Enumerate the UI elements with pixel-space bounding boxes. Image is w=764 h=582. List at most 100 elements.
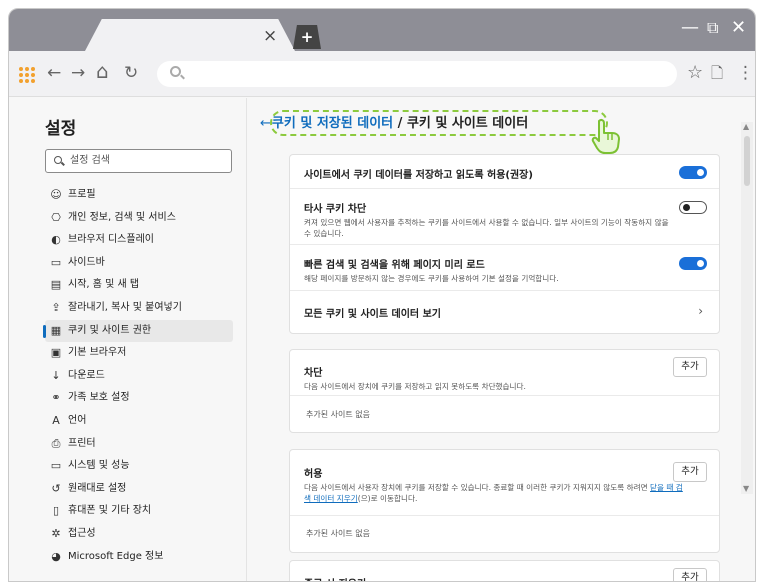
sidebar-item-label: 잘라내기, 복사 및 붙여넣기 bbox=[68, 301, 182, 313]
sidebar-item[interactable]: ⚭ 가족 보호 설정 bbox=[45, 387, 233, 410]
block-header: 차단 다음 사이트에서 장치에 쿠키를 저장하고 읽지 못하도록 차단했습니다.… bbox=[290, 350, 719, 396]
sidebar-item-label: 시작, 홈 및 새 탭 bbox=[68, 279, 140, 291]
allow-empty-message: 추가된 사이트 없음 bbox=[306, 529, 370, 538]
sidebar-item[interactable]: ☺ 프로필 bbox=[45, 184, 233, 207]
sidebar-item[interactable]: ▯ 휴대폰 및 기타 장치 bbox=[45, 500, 233, 523]
sidebar-item[interactable]: ▭ 사이드바 bbox=[45, 252, 233, 275]
restore-button[interactable]: ⧉ bbox=[707, 17, 718, 39]
printer-icon: ⎙ bbox=[51, 436, 61, 450]
address-bar[interactable] bbox=[157, 61, 677, 87]
allow-header: 허용 다음 사이트에서 사용자 장치에 쿠키를 저장할 수 있습니다. 종료할 … bbox=[290, 450, 719, 516]
scroll-up-arrow[interactable]: ▲ bbox=[743, 122, 749, 132]
sidebar-item-label: 프로필 bbox=[68, 189, 96, 200]
refresh-icon[interactable]: ↻ bbox=[124, 62, 138, 84]
edge-icon: ◕ bbox=[51, 549, 61, 563]
settings-content: ←쿠키 및 저장된 데이터 / 쿠키 및 사이트 데이터 사이트에서 쿠키 데이… bbox=[248, 98, 755, 581]
sidebar-item-label: 접근성 bbox=[68, 527, 96, 539]
setting-title: 사이트에서 쿠키 데이터를 저장하고 읽도록 허용(권장) bbox=[304, 170, 533, 181]
allow-cookies-toggle[interactable] bbox=[679, 166, 707, 179]
clear-on-exit-add-button[interactable]: 추가 bbox=[673, 568, 707, 581]
sidebar-item-label: 휴대폰 및 기타 장치 bbox=[68, 505, 152, 517]
profile-icon: ☺ bbox=[50, 188, 62, 201]
family-icon: ⚭ bbox=[51, 391, 61, 405]
back-button[interactable]: ← bbox=[47, 62, 61, 84]
cookies-icon: ▦ bbox=[50, 323, 62, 337]
sidebar-item-label: 프린터 bbox=[68, 437, 96, 449]
system-icon: ▭ bbox=[50, 459, 62, 473]
sidebar-item-label: 사이드바 bbox=[68, 256, 105, 268]
home-icon[interactable]: ⌂ bbox=[96, 60, 109, 82]
sidebar-item[interactable]: ▦ 쿠키 및 사이트 권한 bbox=[43, 319, 233, 343]
sidebar-item[interactable]: ✲ 접근성 bbox=[45, 523, 233, 546]
block-card: 차단 다음 사이트에서 장치에 쿠키를 저장하고 읽지 못하도록 차단했습니다.… bbox=[289, 349, 720, 433]
settings-title: 설정 bbox=[45, 119, 77, 139]
breadcrumb-highlight bbox=[270, 110, 608, 136]
sidebar-item-label: 기본 브라우저 bbox=[68, 347, 127, 359]
sidebar-item-label: 시스템 및 성능 bbox=[68, 460, 130, 472]
appearance-icon: ◐ bbox=[51, 233, 61, 247]
block-title: 차단 bbox=[304, 368, 323, 379]
sidebar-item-label: 다운로드 bbox=[68, 369, 105, 381]
clear-on-exit-title: 종료 시 지우기 bbox=[304, 561, 705, 581]
minimize-button[interactable]: — bbox=[681, 17, 699, 39]
block-description: 다음 사이트에서 장치에 쿠키를 저장하고 읽지 못하도록 차단했습니다. bbox=[304, 382, 526, 391]
cookie-settings-card: 사이트에서 쿠키 데이터를 저장하고 읽도록 허용(권장) 타사 쿠키 차단 켜… bbox=[289, 154, 720, 334]
browser-window: × + — ⧉ ✕ ← → ⌂ ↻ ☆ 🗋 ⋮ 설정 설정 검색 ☺ 프로필 ⎔ 개인… bbox=[8, 8, 756, 582]
sidebar-item[interactable]: ▭ 시스템 및 성능 bbox=[45, 455, 233, 478]
settings-nav: ☺ 프로필 ⎔ 개인 정보, 검색 및 서비스 ◐ 브라우저 디스플레이 ▭ 사이드바 ▤ 시작,… bbox=[43, 184, 233, 569]
sidebar-item-label: 브라우저 디스플레이 bbox=[68, 234, 154, 246]
allow-desc-text-end: (으)로 이동합니다. bbox=[357, 494, 418, 503]
block-empty-message: 추가된 사이트 없음 bbox=[306, 410, 370, 419]
clear-on-exit-header: 종료 시 지우기 추가 bbox=[290, 561, 719, 581]
new-tab-button[interactable]: + bbox=[293, 25, 321, 49]
allow-description: 다음 사이트에서 사용자 장치에 쿠키를 저장할 수 있습니다. 종료할 때 이… bbox=[304, 482, 684, 504]
setting-row-block-third-party[interactable]: 타사 쿠키 차단 켜져 있으면 웹에서 사용자를 추적하는 쿠키를 사이트에서 … bbox=[290, 189, 719, 245]
sidebar-item[interactable]: ↓ 다운로드 bbox=[45, 365, 233, 388]
search-icon bbox=[54, 156, 62, 164]
collections-icon[interactable]: 🗋 bbox=[711, 62, 723, 84]
phone-icon: ▯ bbox=[52, 504, 60, 518]
accessibility-icon: ✲ bbox=[51, 526, 61, 540]
sidebar-icon: ▭ bbox=[50, 255, 62, 269]
lock-icon: ⎔ bbox=[51, 210, 61, 224]
search-icon bbox=[170, 66, 181, 77]
sidebar-item[interactable]: ⇪ 잘라내기, 복사 및 붙여넣기 bbox=[45, 297, 233, 320]
sidebar-item[interactable]: ▤ 시작, 홈 및 새 탭 bbox=[45, 274, 233, 297]
sidebar-item[interactable]: ◐ 브라우저 디스플레이 bbox=[45, 229, 233, 252]
language-icon: A bbox=[52, 413, 60, 427]
chevron-right-icon: › bbox=[698, 304, 703, 318]
forward-button[interactable]: → bbox=[71, 62, 85, 84]
more-menu-icon[interactable]: ⋮ bbox=[737, 62, 754, 84]
allow-desc-text: 다음 사이트에서 사용자 장치에 쿠키를 저장할 수 있습니다. 종료할 때 이… bbox=[304, 483, 651, 492]
setting-row-see-all-cookies[interactable]: 모든 쿠키 및 사이트 데이터 보기 › bbox=[290, 291, 719, 333]
sidebar-item[interactable]: ▣ 기본 브라우저 bbox=[45, 342, 233, 365]
close-button[interactable]: ✕ bbox=[731, 17, 746, 39]
sidebar-item[interactable]: ⎔ 개인 정보, 검색 및 서비스 bbox=[45, 207, 233, 230]
scrollbar[interactable]: ▲ ▼ bbox=[741, 122, 753, 494]
apps-grid-icon[interactable] bbox=[19, 67, 35, 83]
setting-row-allow-cookies[interactable]: 사이트에서 쿠키 데이터를 저장하고 읽도록 허용(권장) bbox=[290, 155, 719, 189]
sidebar-item[interactable]: ⎙ 프린터 bbox=[45, 433, 233, 456]
preload-toggle[interactable] bbox=[679, 257, 707, 270]
block-add-button[interactable]: 추가 bbox=[673, 357, 707, 377]
reset-icon: ↺ bbox=[51, 481, 61, 495]
allow-add-button[interactable]: 추가 bbox=[673, 462, 707, 482]
scroll-thumb[interactable] bbox=[744, 136, 750, 186]
sidebar-item-label: 개인 정보, 검색 및 서비스 bbox=[68, 211, 176, 223]
toolbar: ← → ⌂ ↻ ☆ 🗋 ⋮ bbox=[9, 51, 755, 97]
setting-title: 타사 쿠키 차단 bbox=[304, 204, 367, 215]
settings-search-input[interactable]: 설정 검색 bbox=[45, 149, 232, 173]
pointing-hand-icon bbox=[591, 118, 620, 154]
title-bar: × + — ⧉ ✕ bbox=[9, 9, 755, 51]
sidebar-item[interactable]: A 언어 bbox=[45, 410, 233, 433]
tab-close-button[interactable]: × bbox=[263, 27, 277, 45]
sidebar-item[interactable]: ◕ Microsoft Edge 정보 bbox=[45, 546, 233, 569]
search-placeholder: 설정 검색 bbox=[70, 155, 110, 166]
download-icon: ↓ bbox=[51, 368, 61, 382]
favorite-star-icon[interactable]: ☆ bbox=[687, 62, 703, 84]
setting-row-preload[interactable]: 빠른 검색 및 검색을 위해 페이지 미리 로드 해당 페이지를 방문하지 않는… bbox=[290, 245, 719, 291]
sidebar-item-label: 쿠키 및 사이트 권한 bbox=[68, 324, 152, 336]
sidebar-item[interactable]: ↺ 원래대로 설정 bbox=[45, 478, 233, 501]
block-third-party-toggle[interactable] bbox=[679, 201, 707, 214]
scroll-down-arrow[interactable]: ▼ bbox=[743, 484, 749, 494]
